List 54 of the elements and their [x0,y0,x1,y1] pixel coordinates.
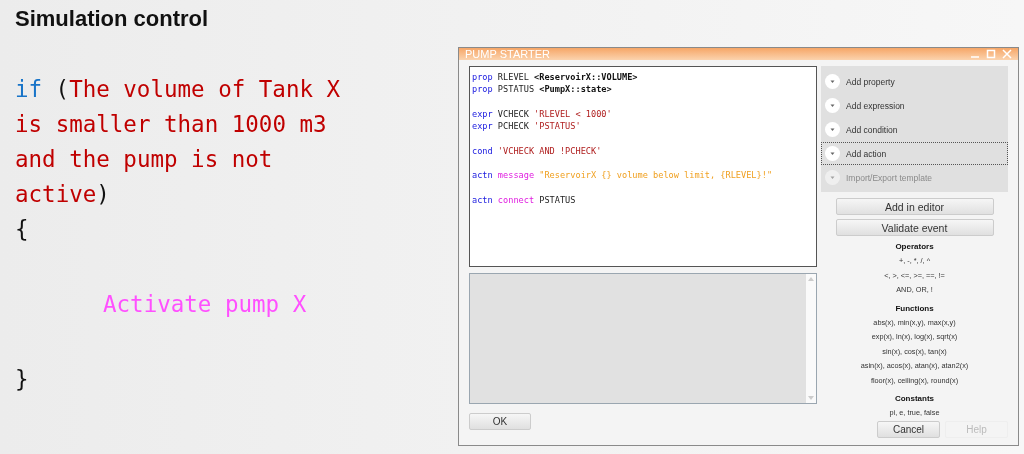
action-item[interactable]: Add expression [821,94,1008,117]
code-token: RLEVEL [497,71,529,84]
code-text: Activate pump X [102,290,307,319]
scrollbar[interactable] [806,274,816,403]
maximize-icon[interactable] [986,49,996,59]
section-heading: Functions [895,302,934,315]
code-token: PSTATUS [539,193,576,207]
dropdown-icon [825,122,840,137]
code-token: PSTATUS [497,83,535,96]
code-token: 'VCHECK AND !PCHECK' [497,144,602,158]
code-text: { [15,215,29,244]
code-token: cond [472,144,493,158]
code-text: ) [96,180,110,209]
code-token: PCHECK [497,120,529,133]
action-item[interactable]: Add condition [821,118,1008,141]
code-token: connect [497,193,535,207]
section-heading: Operators [895,241,934,253]
code-text: and the pump is not [15,145,273,174]
cancel-button[interactable]: Cancel [877,420,940,438]
action-item[interactable]: Add property [821,70,1008,93]
action-button[interactable]: Validate event [835,219,994,236]
code-token: VCHECK [497,107,529,121]
code-text: ( [54,75,70,104]
code-token: expr [472,120,493,133]
code-text: The volume of Tank X [69,75,341,104]
code-text: if [15,75,43,104]
dropdown-icon [825,146,840,161]
dropdown-icon [825,170,840,185]
code-token: "ReservoirX {} volume below limit, {RLEVEL}!" [539,169,773,182]
ok-button[interactable]: OK [469,413,531,430]
code-token: message [497,169,535,182]
slide-title: Simulation control [15,6,210,32]
code-token: <PumpX::state> [539,83,612,96]
scroll-down-icon[interactable] [808,396,814,400]
action-item[interactable]: Add action [821,142,1008,165]
code-token: actn [472,169,493,182]
code-text: is smaller than 1000 m3 [15,110,327,139]
code-token: prop [472,83,493,96]
code-token: <ReservoirX::VOLUME> [534,71,638,84]
code-token: actn [472,193,493,207]
section-heading: Constants [894,393,935,405]
code-text: } [15,365,29,394]
dropdown-icon [825,74,840,89]
code-token: prop [472,71,493,84]
action-button[interactable]: Add in editor [835,198,994,215]
close-icon[interactable] [1002,49,1012,59]
code-token: 'PSTATUS' [534,120,581,133]
code-editor[interactable] [469,66,817,267]
window-title: PUMP STARTER [465,48,550,60]
scroll-up-icon[interactable] [808,277,814,281]
code-token: expr [472,107,493,121]
dropdown-icon [825,98,840,113]
code-text: active [15,180,97,209]
code-token: 'RLEVEL < 1000' [534,107,612,121]
